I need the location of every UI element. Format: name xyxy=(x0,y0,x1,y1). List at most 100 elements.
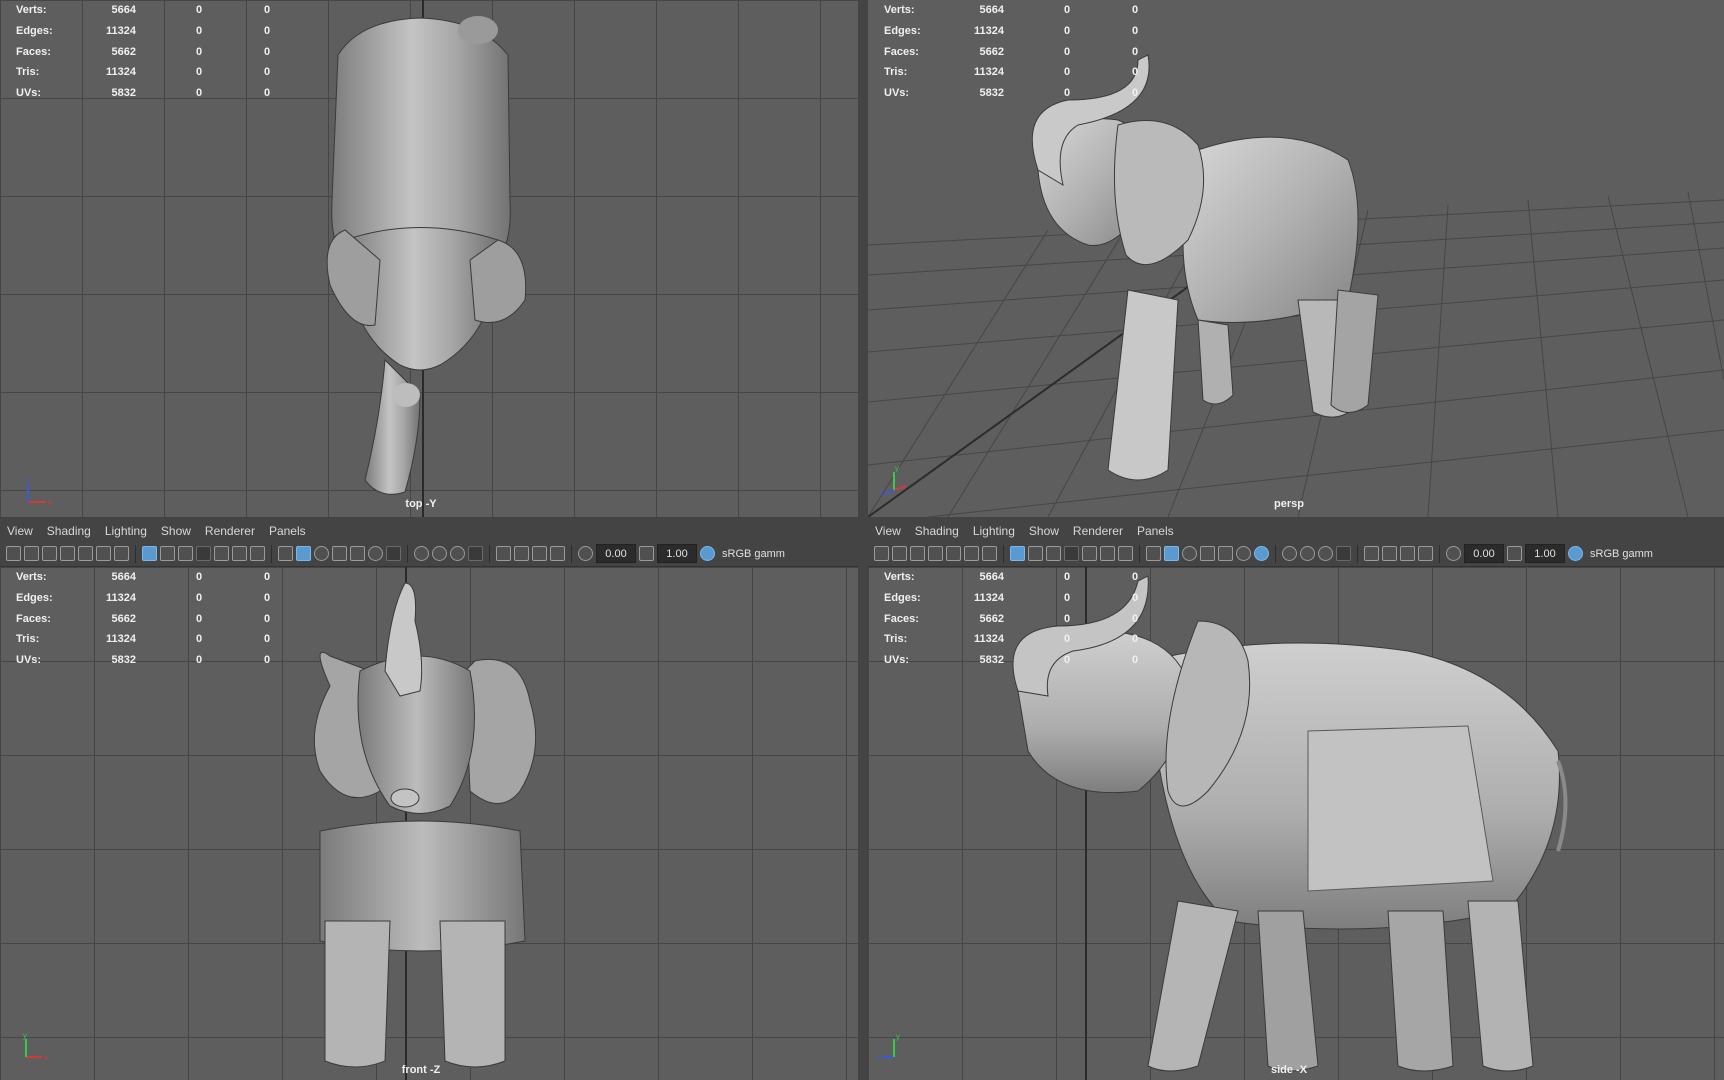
resolution-gate-icon[interactable] xyxy=(1046,546,1061,561)
menu-show[interactable]: Show xyxy=(154,524,198,538)
safe-action-icon[interactable] xyxy=(232,546,247,561)
lock-camera-icon[interactable] xyxy=(892,546,907,561)
camera-label: side -X xyxy=(1270,1064,1308,1076)
color-management-icon[interactable] xyxy=(700,546,715,561)
default-material-icon[interactable] xyxy=(1182,546,1197,561)
hud-value: 0 xyxy=(1064,66,1071,79)
bookmark-icon[interactable] xyxy=(928,546,943,561)
menu-panels[interactable]: Panels xyxy=(262,524,313,538)
motion-blur-icon[interactable] xyxy=(1300,546,1315,561)
panel-divider-horizontal[interactable] xyxy=(0,517,1724,521)
smooth-shade-icon[interactable] xyxy=(1164,546,1179,561)
exposure-field[interactable]: 0.00 xyxy=(596,544,636,563)
resolution-gate-icon[interactable] xyxy=(178,546,193,561)
menu-view[interactable]: View xyxy=(868,524,908,538)
hud-value: 0 xyxy=(264,571,271,583)
hud-value: 11324 xyxy=(106,633,136,646)
smooth-shade-icon[interactable] xyxy=(296,546,311,561)
menu-panels[interactable]: Panels xyxy=(1130,524,1181,538)
isolate-select-icon[interactable] xyxy=(496,546,511,561)
grease-pencil-icon[interactable] xyxy=(114,546,129,561)
xray-icon[interactable] xyxy=(514,546,529,561)
screen-space-ao-icon[interactable] xyxy=(414,546,429,561)
exposure-field[interactable]: 0.00 xyxy=(1464,544,1504,563)
camera-attributes-icon[interactable] xyxy=(42,546,57,561)
hud-value: 5662 xyxy=(111,612,136,625)
camera-attributes-icon[interactable] xyxy=(910,546,925,561)
shadows-icon[interactable] xyxy=(386,546,401,561)
wireframe-icon[interactable] xyxy=(278,546,293,561)
safe-title-icon[interactable] xyxy=(250,546,265,561)
view-transform-dropdown[interactable]: sRGB gamm xyxy=(718,545,789,562)
image-plane-icon[interactable] xyxy=(78,546,93,561)
viewport-front[interactable]: View Shading Lighting Show Renderer Pane… xyxy=(0,521,858,1080)
film-gate-icon[interactable] xyxy=(1028,546,1043,561)
menu-renderer[interactable]: Renderer xyxy=(198,524,262,538)
xray-active-icon[interactable] xyxy=(532,546,547,561)
menu-shading[interactable]: Shading xyxy=(908,524,966,538)
safe-title-icon[interactable] xyxy=(1118,546,1133,561)
hud-value: 0 xyxy=(1132,612,1139,625)
use-all-lights-icon[interactable] xyxy=(1236,546,1251,561)
wireframe-icon[interactable] xyxy=(1146,546,1161,561)
2d-pan-zoom-icon[interactable] xyxy=(96,546,111,561)
xray-icon[interactable] xyxy=(1382,546,1397,561)
gate-mask-icon[interactable] xyxy=(1064,546,1079,561)
use-all-lights-icon[interactable] xyxy=(368,546,383,561)
field-chart-icon[interactable] xyxy=(1082,546,1097,561)
hud-value: 0 xyxy=(196,87,203,100)
menu-show[interactable]: Show xyxy=(1022,524,1066,538)
exposure-icon[interactable] xyxy=(1446,546,1461,561)
svg-text:y: y xyxy=(23,1031,27,1040)
textured-icon[interactable] xyxy=(350,546,365,561)
motion-blur-icon[interactable] xyxy=(432,546,447,561)
gamma-icon[interactable] xyxy=(639,546,654,561)
isolate-select-icon[interactable] xyxy=(1364,546,1379,561)
depth-of-field-icon[interactable] xyxy=(468,546,483,561)
menu-lighting[interactable]: Lighting xyxy=(966,524,1022,538)
image-plane-icon[interactable] xyxy=(946,546,961,561)
panel-divider-vertical[interactable] xyxy=(858,0,868,1080)
default-material-icon[interactable] xyxy=(314,546,329,561)
view-transform-dropdown[interactable]: sRGB gamm xyxy=(1586,545,1657,562)
xray-joints-icon[interactable] xyxy=(550,546,565,561)
safe-action-icon[interactable] xyxy=(1100,546,1115,561)
menu-lighting[interactable]: Lighting xyxy=(98,524,154,538)
grease-pencil-icon[interactable] xyxy=(982,546,997,561)
field-chart-icon[interactable] xyxy=(214,546,229,561)
lock-camera-icon[interactable] xyxy=(24,546,39,561)
gamma-field[interactable]: 1.00 xyxy=(657,544,697,563)
shadows-icon[interactable] xyxy=(1254,546,1269,561)
exposure-icon[interactable] xyxy=(578,546,593,561)
bookmark-icon[interactable] xyxy=(60,546,75,561)
select-camera-icon[interactable] xyxy=(6,546,21,561)
textured-icon[interactable] xyxy=(1218,546,1233,561)
camera-label: persp xyxy=(1274,498,1304,510)
gamma-field[interactable]: 1.00 xyxy=(1525,544,1565,563)
gate-mask-icon[interactable] xyxy=(196,546,211,561)
multisample-aa-icon[interactable] xyxy=(1318,546,1333,561)
menu-renderer[interactable]: Renderer xyxy=(1066,524,1130,538)
depth-of-field-icon[interactable] xyxy=(1336,546,1351,561)
multisample-aa-icon[interactable] xyxy=(450,546,465,561)
grid-icon[interactable] xyxy=(142,546,157,561)
grid-icon[interactable] xyxy=(1010,546,1025,561)
screen-space-ao-icon[interactable] xyxy=(1282,546,1297,561)
viewport-top[interactable]: Verts: 5664 0 0 Edges: 11324 0 0 Faces: 5662 0 0 … xyxy=(0,0,858,517)
color-management-icon[interactable] xyxy=(1568,546,1583,561)
toolbar-separator xyxy=(1439,544,1440,563)
wireframe-on-shaded-icon[interactable] xyxy=(1200,546,1215,561)
gamma-icon[interactable] xyxy=(1507,546,1522,561)
select-camera-icon[interactable] xyxy=(874,546,889,561)
hud-label: Tris: xyxy=(884,66,908,79)
viewport-side[interactable]: View Shading Lighting Show Renderer Pane… xyxy=(868,521,1724,1080)
menu-shading[interactable]: Shading xyxy=(40,524,98,538)
menu-view[interactable]: View xyxy=(0,524,40,538)
hud-value: 0 xyxy=(264,654,271,667)
xray-joints-icon[interactable] xyxy=(1418,546,1433,561)
film-gate-icon[interactable] xyxy=(160,546,175,561)
2d-pan-zoom-icon[interactable] xyxy=(964,546,979,561)
xray-active-icon[interactable] xyxy=(1400,546,1415,561)
viewport-persp[interactable]: Verts: 5664 0 0 Edges: 11324 0 0 Faces: 5662 0 0 … xyxy=(868,0,1724,517)
wireframe-on-shaded-icon[interactable] xyxy=(332,546,347,561)
